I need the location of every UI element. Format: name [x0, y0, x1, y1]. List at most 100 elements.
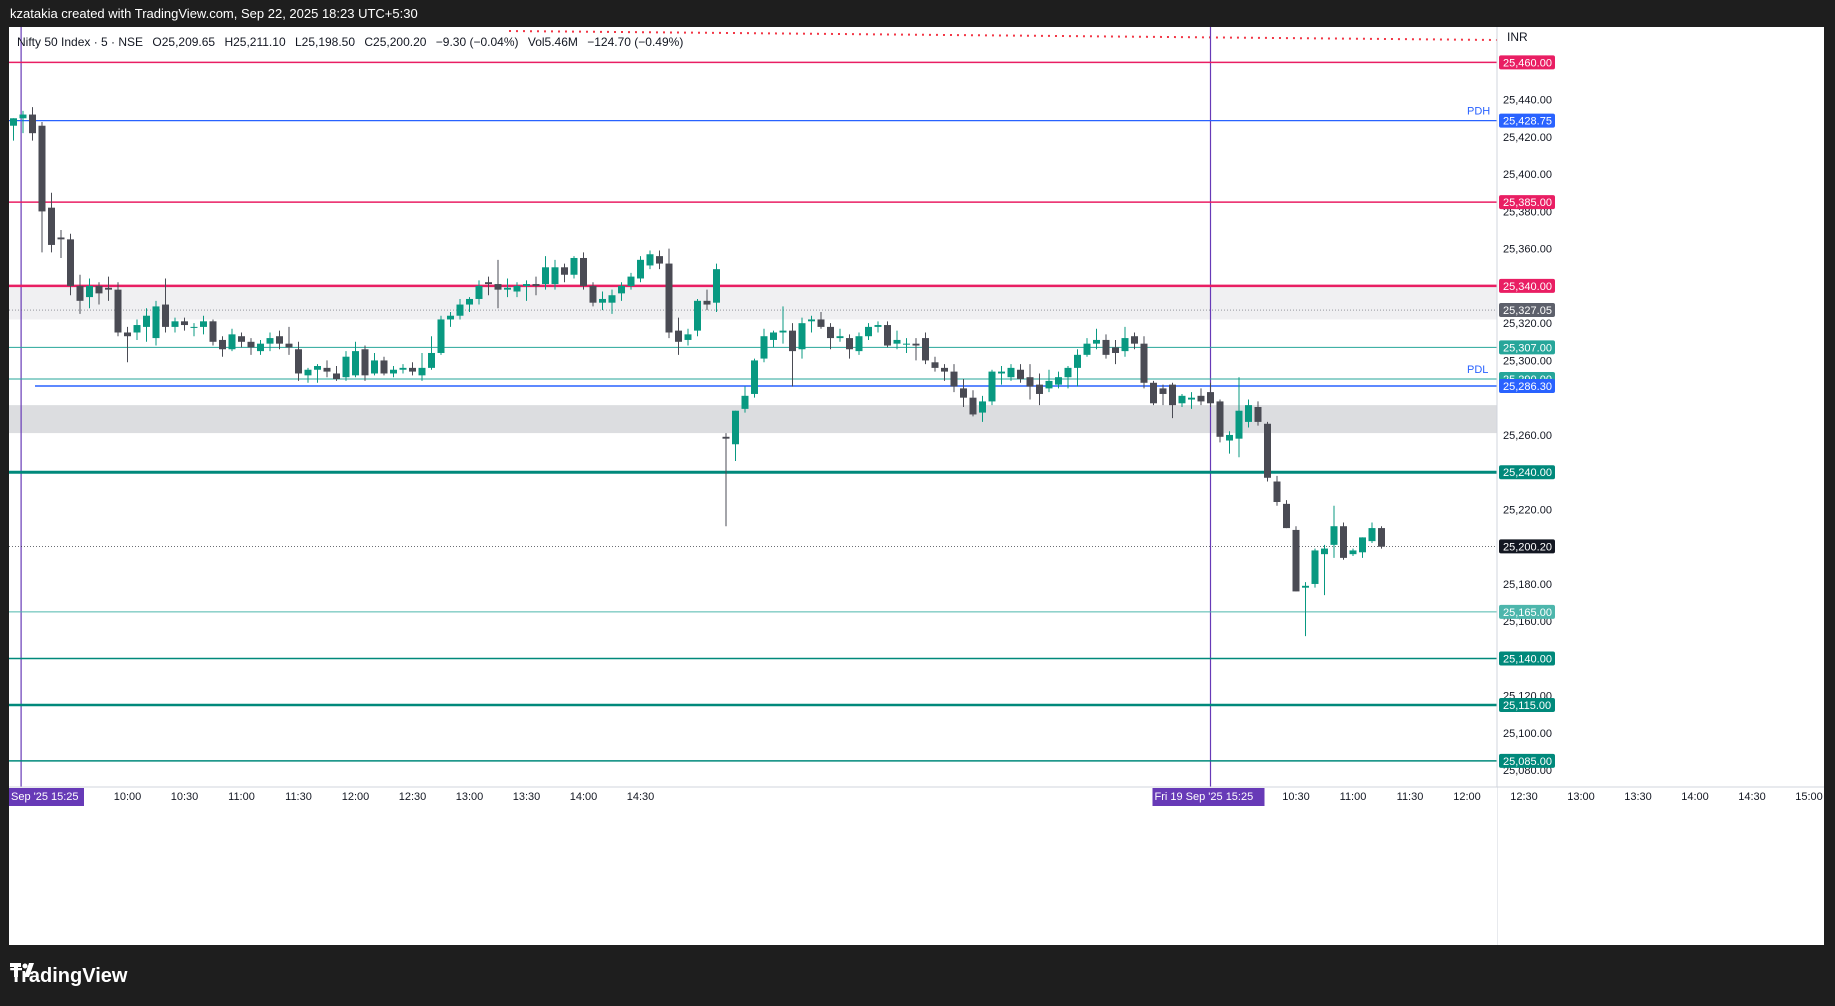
candle	[1045, 369, 1053, 393]
candle-body	[190, 326, 198, 328]
candle	[893, 330, 901, 350]
candle	[418, 352, 426, 381]
candle-body	[1207, 392, 1214, 404]
candle	[789, 323, 796, 387]
candle	[969, 390, 977, 417]
price-level-tag: 25,428.75	[1499, 113, 1555, 128]
price-level-tag: 25,165.00	[1499, 604, 1555, 619]
candle	[257, 339, 264, 355]
chart-area[interactable]: PDH PDL INR 25,440.00 25,420.00 25,400.00 25,3…	[9, 27, 1824, 945]
ohlc-change: −9.30 (−0.04%)	[435, 35, 519, 49]
candle	[247, 338, 255, 355]
candle-body	[741, 395, 749, 409]
price-tick-label: 25,360.00	[1503, 244, 1552, 256]
candle-body	[1273, 481, 1281, 502]
candle-body	[694, 300, 701, 331]
candle	[1330, 505, 1338, 558]
price-level-tag: 25,140.00	[1499, 651, 1555, 666]
candle-body	[998, 371, 1005, 374]
price-level-tag-label: 25,165.00	[1503, 607, 1552, 619]
candle	[371, 352, 378, 376]
candle-body	[827, 326, 834, 339]
symbol-legend: Nifty 50 Index · 5 · NSE O25,209.65 H25,…	[17, 35, 689, 49]
symbol-name[interactable]: Nifty 50 Index · 5 · NSE	[17, 35, 143, 49]
candle	[646, 250, 654, 270]
candle-body	[1359, 537, 1366, 553]
candle	[1074, 349, 1081, 387]
candle-body	[1321, 548, 1328, 555]
candle-body	[1264, 423, 1271, 478]
candle	[409, 362, 416, 376]
candle	[1131, 332, 1138, 350]
price-level-tag-label: 25,340.00	[1503, 281, 1552, 293]
candle	[1235, 377, 1243, 458]
candle-body	[1178, 395, 1186, 404]
time-tick-label: 10:00	[114, 791, 142, 803]
candle-body	[295, 349, 302, 374]
price-level-tag: 25,460.00	[1499, 55, 1555, 70]
candle-body	[238, 336, 245, 342]
candle-body	[1112, 347, 1119, 353]
time-tick-label: 13:00	[1567, 791, 1595, 803]
candle-body	[1254, 407, 1262, 422]
candle-body	[276, 336, 283, 344]
candle	[865, 323, 872, 340]
candle-body	[770, 332, 777, 340]
tradingview-logo-icon	[10, 963, 34, 977]
price-level-tag-label: 25,286.30	[1503, 381, 1552, 393]
chart-credit: kzatakia created with TradingView.com, S…	[10, 6, 418, 21]
price-level-tag-label: 25,115.00	[1503, 700, 1551, 712]
time-tick-label: 11:00	[1340, 791, 1367, 803]
candle-body	[779, 330, 787, 333]
candle	[580, 252, 587, 290]
candle-body	[570, 257, 578, 275]
candle-body	[846, 338, 853, 350]
candle	[665, 248, 673, 339]
ohlc-close: C25,200.20	[364, 35, 427, 49]
candle	[1292, 526, 1300, 592]
candle-body	[1055, 377, 1062, 385]
candle-body	[817, 319, 825, 327]
candle-body	[675, 330, 682, 342]
candle	[152, 300, 160, 346]
candle	[57, 230, 65, 258]
candle	[171, 317, 179, 333]
candle-body	[437, 319, 445, 353]
candle-body	[1368, 528, 1376, 542]
candle-body	[874, 325, 882, 327]
price-level-tag: 25,200.20	[1499, 539, 1555, 554]
candle	[827, 323, 834, 350]
candle	[1121, 326, 1129, 357]
candle-body	[1169, 384, 1176, 406]
candle-body	[1292, 529, 1300, 592]
candle	[209, 319, 217, 346]
candle-body	[855, 336, 863, 352]
candle-body	[475, 285, 483, 299]
candle	[1273, 475, 1281, 506]
candle	[190, 323, 198, 337]
candle-body	[371, 360, 378, 374]
candle-body	[836, 336, 844, 339]
time-tick-label: 10:30	[1282, 791, 1310, 803]
candle	[437, 315, 445, 355]
price-tick-label: 25,100.00	[1503, 728, 1552, 740]
candle	[1178, 393, 1186, 407]
candle-body	[390, 369, 397, 374]
candle	[903, 338, 910, 353]
candle-body	[314, 366, 321, 370]
candle-body	[200, 321, 207, 327]
candle-body	[1131, 336, 1138, 344]
candle-body	[342, 356, 350, 378]
candle-body	[409, 367, 416, 372]
candle-body	[1159, 388, 1167, 394]
candlestick-chart[interactable]: PDH PDL INR 25,440.00 25,420.00 25,400.00 25,3…	[9, 27, 1824, 945]
candle-body	[1245, 405, 1252, 422]
price-level-tag-label: 25,240.00	[1503, 467, 1552, 479]
candle-body	[466, 298, 473, 305]
candle-body	[1083, 343, 1091, 355]
candle	[722, 433, 730, 527]
time-tick-label: 13:30	[1624, 791, 1652, 803]
time-tick-label: 12:00	[1453, 791, 1481, 803]
candle-body	[618, 285, 625, 294]
supply-demand-zone	[9, 405, 1497, 434]
